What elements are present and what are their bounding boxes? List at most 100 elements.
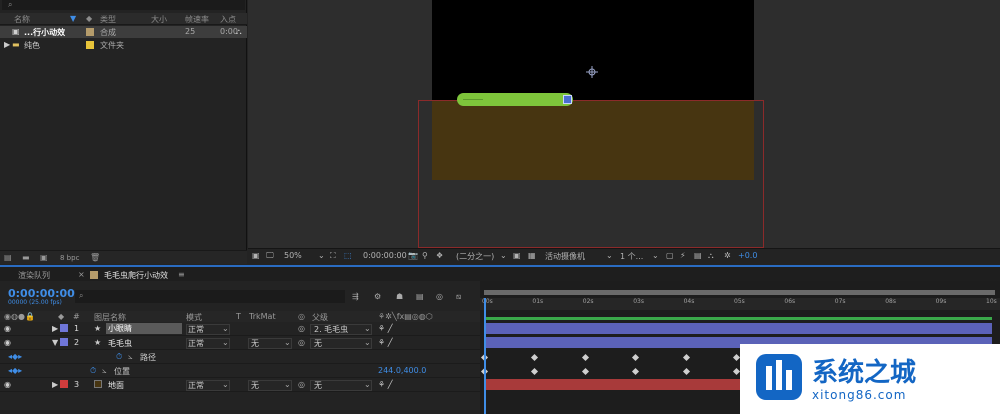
views-select[interactable]: 1 个...: [620, 251, 643, 262]
col-type[interactable]: 类型: [100, 14, 116, 25]
reset-exposure-icon[interactable]: ✲: [724, 251, 731, 260]
tab-composition[interactable]: 毛毛虫爬行小动效: [104, 270, 168, 281]
chevron-down-icon[interactable]: ⌄: [364, 380, 371, 389]
stopwatch-icon[interactable]: ⏱: [90, 366, 96, 376]
new-folder-icon[interactable]: ▬: [22, 253, 30, 262]
folder-icon: ▬: [12, 40, 20, 49]
expand-arrow-icon[interactable]: ▶: [52, 324, 58, 333]
graph-icon[interactable]: ⦣: [128, 352, 133, 362]
anchor-point-icon[interactable]: [586, 66, 598, 78]
graph-editor-icon[interactable]: ⧅: [456, 292, 461, 302]
flowchart-icon[interactable]: ⛬: [708, 251, 714, 261]
show-snapshot-icon[interactable]: ⚲: [422, 251, 428, 260]
monitor-icon[interactable]: 🖵: [266, 251, 274, 261]
chevron-down-icon[interactable]: ⌄: [318, 251, 325, 260]
label-swatch[interactable]: [60, 338, 68, 346]
chevron-down-icon[interactable]: ⌄: [652, 251, 659, 260]
switch-icons[interactable]: ⚘ ╱: [378, 324, 393, 333]
bpc-label[interactable]: 8 bpc: [60, 254, 79, 262]
col-size[interactable]: 大小: [151, 14, 167, 25]
camera-select[interactable]: 活动摄像机: [545, 251, 585, 262]
project-search-input[interactable]: ⌕: [2, 0, 245, 10]
exposure-value[interactable]: +0.0: [738, 251, 757, 260]
chevron-down-icon[interactable]: ⌄: [222, 338, 229, 347]
timeline-search-input[interactable]: ⌕: [75, 290, 345, 303]
project-item-comp[interactable]: ▣ ...行小动效 合成 25 0:00 ⛬: [0, 26, 247, 38]
property-row-position[interactable]: ◂◆▸ ⏱ ⦣ 位置 244.0,400.0: [0, 364, 480, 378]
switches-icons[interactable]: ⚘✲╲fx▤◎◍⬡: [378, 312, 433, 321]
transparency-grid-icon[interactable]: ▦: [528, 251, 536, 260]
draft-3d-icon[interactable]: ⚙: [374, 292, 381, 301]
sort-icon[interactable]: ▼: [70, 14, 76, 23]
comp-canvas-sky: [432, 0, 754, 100]
chevron-down-icon[interactable]: ⌄: [364, 338, 371, 347]
region-icon[interactable]: ⬚: [344, 251, 352, 260]
stopwatch-icon[interactable]: ⏱: [116, 352, 122, 362]
chevron-down-icon[interactable]: ⌄: [284, 338, 291, 347]
chevron-down-icon[interactable]: ⌄: [222, 324, 229, 333]
trash-icon[interactable]: 🗑: [90, 253, 100, 262]
ruler-tick-05s: 05s: [734, 298, 745, 305]
timeline-icon[interactable]: ▤: [694, 251, 702, 260]
chevron-down-icon[interactable]: ⌄: [364, 324, 371, 333]
comp-mini-flowchart-icon[interactable]: ⇶: [352, 292, 359, 301]
shy-icon[interactable]: ☗: [396, 292, 403, 301]
layer-row-3[interactable]: ◉ ▶ 3 地面 正常 ⌄ 无 ⌄ ◎ 无 ⌄ ⚘ ╱: [0, 378, 480, 392]
zoom-select[interactable]: 50%: [284, 251, 302, 260]
tab-menu-icon[interactable]: ≡: [178, 270, 185, 279]
fast-preview-icon[interactable]: ⚡: [680, 251, 686, 260]
close-icon[interactable]: ×: [78, 270, 85, 279]
work-area-bar[interactable]: [484, 290, 995, 295]
keyframe-nav-icon[interactable]: ◂◆▸: [8, 352, 22, 361]
playhead[interactable]: [484, 298, 486, 414]
always-preview-icon[interactable]: ▣: [252, 251, 260, 260]
motion-blur-icon[interactable]: ◎: [436, 292, 443, 301]
col-in[interactable]: 入点: [220, 14, 236, 25]
expand-arrow-icon[interactable]: ▶: [52, 380, 58, 389]
layer-row-2[interactable]: ◉ ▼ 2 ★ 毛毛虫 正常 ⌄ 无 ⌄ ◎ 无 ⌄ ⚘ ╱: [0, 336, 480, 350]
new-comp-icon[interactable]: ▣: [40, 253, 48, 262]
eye-icon[interactable]: ◉: [4, 324, 11, 333]
toggle-pixel-aspect-icon[interactable]: ▢: [666, 251, 674, 260]
frame-blending-icon[interactable]: ▤: [416, 292, 424, 301]
resolution-select[interactable]: (二分之一): [456, 251, 494, 262]
fit-icon[interactable]: ⛶: [330, 251, 336, 261]
collapse-arrow-icon[interactable]: ▼: [52, 338, 58, 347]
watermark-url: xitong86.com: [812, 388, 907, 402]
switch-icons[interactable]: ⚘ ╱: [378, 338, 393, 347]
chevron-down-icon[interactable]: ⌄: [284, 380, 291, 389]
position-value[interactable]: 244.0,400.0: [378, 366, 426, 375]
label-swatch[interactable]: [86, 28, 94, 36]
col-fps[interactable]: 帧速率: [185, 14, 209, 25]
current-time[interactable]: 0:00:00:00: [363, 251, 407, 260]
caterpillar-eye-handle[interactable]: [563, 95, 572, 104]
pickwhip-icon[interactable]: ◎: [298, 324, 305, 333]
interpret-footage-icon[interactable]: ▤: [4, 253, 12, 262]
time-ruler[interactable]: 00s 01s 02s 03s 04s 05s 06s 07s 08s 09s 10s: [480, 298, 1000, 310]
camera-snapshot-icon[interactable]: 📷: [408, 251, 418, 260]
switch-icons[interactable]: ⚘ ╱: [378, 380, 393, 389]
label-swatch[interactable]: [86, 41, 94, 49]
chevron-down-icon[interactable]: ⌄: [500, 251, 507, 260]
tab-render-queue[interactable]: 渲染队列: [18, 270, 50, 281]
pickwhip-icon[interactable]: ◎: [298, 338, 305, 347]
chevron-down-icon[interactable]: ⌄: [222, 380, 229, 389]
layer-bar-1[interactable]: [484, 323, 992, 334]
pickwhip-icon[interactable]: ◎: [298, 380, 305, 389]
property-row-path[interactable]: ◂◆▸ ⏱ ⦣ 路径: [0, 350, 480, 364]
eye-icon[interactable]: ◉: [4, 380, 11, 389]
layer-row-1[interactable]: ◉ ▶ 1 ★ 小眼睛 正常 ⌄ ◎ 2. 毛毛虫 ⌄ ⚘ ╱: [0, 322, 480, 336]
region-of-interest-icon[interactable]: ▣: [513, 251, 521, 260]
chevron-down-icon[interactable]: ⌄: [606, 251, 613, 260]
keyframe-nav-icon[interactable]: ◂◆▸: [8, 366, 22, 375]
project-item-folder[interactable]: ▶ ▬ 纯色 文件夹: [0, 39, 247, 51]
network-icon: ⛬: [236, 27, 242, 36]
av-features-icon[interactable]: ◉◍●🔒: [4, 312, 35, 321]
expand-arrow-icon[interactable]: ▶: [4, 40, 10, 49]
eye-icon[interactable]: ◉: [4, 338, 11, 347]
col-name[interactable]: 名称: [14, 14, 30, 25]
color-channels-icon[interactable]: ❖: [436, 251, 443, 260]
label-swatch[interactable]: [60, 324, 68, 332]
graph-icon[interactable]: ⦣: [102, 366, 107, 376]
label-swatch[interactable]: [60, 380, 68, 388]
